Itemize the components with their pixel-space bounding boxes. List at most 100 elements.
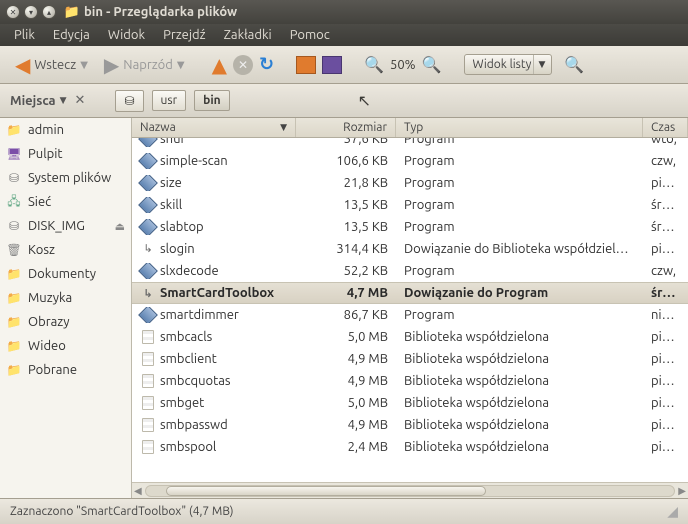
file-size: 4,9 MB — [296, 374, 396, 388]
file-name: slogin — [160, 242, 195, 256]
file-row[interactable]: smbget5,0 MBBiblioteka współdzielonapią,… — [132, 392, 688, 414]
file-type: Dowiązanie do Biblioteka współdzielona — [396, 242, 643, 256]
disk-icon: ⛁ — [6, 218, 22, 234]
sidebar-item-label: Obrazy — [28, 315, 70, 329]
executable-icon — [140, 153, 156, 169]
file-row[interactable]: smbcacls5,0 MBBiblioteka współdzielonapi… — [132, 326, 688, 348]
file-type: Program — [396, 264, 643, 278]
file-list[interactable]: shuf37,6 KBProgramwto,simple-scan106,6 K… — [132, 138, 688, 482]
disk-icon: ⛁ — [6, 170, 22, 186]
file-row[interactable]: ↳SmartCardToolbox4,7 MBDowiązanie do Pro… — [132, 282, 688, 304]
menu-go[interactable]: Przejdź — [155, 26, 214, 44]
column-type-header[interactable]: Typ — [396, 118, 643, 137]
sidebar-item-wideo[interactable]: 📁Wideo — [0, 334, 131, 358]
zoom-level: 50% — [390, 58, 416, 72]
file-row[interactable]: smbspool2,4 MBBiblioteka współdzielonapi… — [132, 436, 688, 458]
file-name: shuf — [160, 138, 185, 146]
back-arrow-icon: ◀ — [15, 53, 30, 77]
path-usr-button[interactable]: usr — [152, 90, 187, 111]
sidebar-item-pobrane[interactable]: 📁Pobrane — [0, 358, 131, 382]
path-drive-button[interactable]: ⛁ — [115, 90, 143, 112]
back-button[interactable]: ◀ Wstecz ▼ — [10, 50, 93, 80]
file-row[interactable]: ↳slogin314,4 KBDowiązanie do Biblioteka … — [132, 238, 688, 260]
file-name: smbcquotas — [160, 374, 231, 388]
computer-icon-button[interactable] — [322, 56, 342, 74]
sidebar-item-system-plików[interactable]: ⛁System plików — [0, 166, 131, 190]
view-mode-selector[interactable]: Widok listy ▼ — [464, 54, 553, 75]
sidebar-item-dokumenty[interactable]: 📁Dokumenty — [0, 262, 131, 286]
scroll-left-icon[interactable]: ◀ — [134, 485, 142, 497]
file-date: czw, — [643, 154, 688, 168]
zoom-in-button[interactable]: 🔍 — [422, 55, 442, 74]
file-row[interactable]: smbpasswd4,9 MBBiblioteka współdzielonap… — [132, 414, 688, 436]
file-row[interactable]: smbclient4,9 MBBiblioteka współdzielonap… — [132, 348, 688, 370]
file-row[interactable]: shuf37,6 KBProgramwto, — [132, 138, 688, 150]
close-pane-button[interactable]: ✕ — [75, 93, 86, 108]
zoom-out-button[interactable]: 🔍 — [364, 55, 384, 74]
file-date: czw, — [643, 264, 688, 278]
sidebar-item-muzyka[interactable]: 📁Muzyka — [0, 286, 131, 310]
sidebar-item-label: DISK_IMG — [28, 219, 85, 233]
path-bin-button[interactable]: bin — [194, 90, 230, 111]
sidebar-item-admin[interactable]: 📁admin — [0, 118, 131, 142]
file-row[interactable]: skill13,5 KBProgramśro, 1 — [132, 194, 688, 216]
menu-bookmarks[interactable]: Zakładki — [216, 26, 280, 44]
view-mode-label: Widok listy — [473, 58, 532, 71]
file-type: Biblioteka współdzielona — [396, 440, 643, 454]
up-button[interactable]: ▲ — [212, 53, 227, 77]
horizontal-scrollbar[interactable]: ◀ ▶ — [132, 482, 688, 498]
menu-view[interactable]: Widok — [100, 26, 153, 44]
chevron-down-icon: ▼ — [533, 55, 549, 74]
status-text: Zaznaczono "SmartCardToolbox" (4,7 MB) — [10, 505, 234, 518]
file-type: Program — [396, 138, 643, 146]
file-row[interactable]: slxdecode52,2 KBProgramczw, — [132, 260, 688, 282]
sidebar-item-label: Dokumenty — [28, 267, 96, 281]
location-bar: Miejsca ▼ ✕ ⛁ usr bin ↖ — [0, 84, 688, 118]
window-close-button[interactable]: ✕ — [6, 5, 20, 19]
eject-icon[interactable]: ⏏ — [115, 220, 125, 233]
scrollbar-thumb[interactable] — [166, 486, 486, 496]
file-date: śro, 1 — [643, 220, 688, 234]
menu-help[interactable]: Pomoc — [282, 26, 338, 44]
file-type: Dowiązanie do Program — [396, 286, 643, 300]
reload-button[interactable]: ↻ — [259, 54, 274, 75]
places-toggle[interactable]: Miejsca ▼ — [10, 94, 67, 108]
forward-button: ▶ Naprzód ▼ — [99, 50, 190, 80]
file-row[interactable]: smartdimmer86,7 KBProgramnie, 2 — [132, 304, 688, 326]
file-row[interactable]: smbcquotas4,9 MBBiblioteka współdzielona… — [132, 370, 688, 392]
window-maximize-button[interactable]: ▴ — [42, 5, 56, 19]
resize-grip-icon[interactable]: ◢ — [667, 503, 678, 520]
sidebar-item-obrazy[interactable]: 📁Obrazy — [0, 310, 131, 334]
sidebar-item-kosz[interactable]: 🗑Kosz — [0, 238, 131, 262]
file-size: 13,5 KB — [296, 198, 396, 212]
executable-icon — [140, 219, 156, 235]
file-name: smbcacls — [160, 330, 212, 344]
window-minimize-button[interactable]: ▾ — [24, 5, 38, 19]
file-row[interactable]: slabtop13,5 KBProgramśro, 1 — [132, 216, 688, 238]
column-name-header[interactable]: Nazwa ▼ — [132, 118, 296, 137]
menu-edit[interactable]: Edycja — [45, 26, 98, 44]
file-date: śro, 2 — [643, 286, 688, 300]
folder-icon: 📁 — [6, 338, 22, 354]
file-size: 4,9 MB — [296, 352, 396, 366]
stop-button[interactable]: ✕ — [233, 55, 253, 75]
back-dropdown-icon[interactable]: ▼ — [80, 59, 88, 71]
sidebar-item-pulpit[interactable]: 🖥Pulpit — [0, 142, 131, 166]
column-date-header[interactable]: Czas — [643, 118, 688, 137]
file-row[interactable]: simple-scan106,6 KBProgramczw, — [132, 150, 688, 172]
search-button[interactable]: 🔍 — [564, 55, 584, 74]
document-icon — [140, 417, 156, 433]
disk-icon: ⛁ — [124, 94, 134, 108]
home-icon-button[interactable] — [296, 56, 316, 74]
file-row[interactable]: size21,8 KBProgrampią, 4 — [132, 172, 688, 194]
sidebar-item-disk_img[interactable]: ⛁ DISK_IMG ⏏ — [0, 214, 131, 238]
scroll-right-icon[interactable]: ▶ — [678, 485, 686, 497]
file-size: 4,7 MB — [296, 286, 396, 300]
sidebar-item-label: Sieć — [28, 195, 51, 209]
file-date: pią, 1 — [643, 242, 688, 256]
menu-file[interactable]: Plik — [6, 26, 43, 44]
symlink-icon: ↳ — [140, 241, 156, 257]
column-size-header[interactable]: Rozmiar — [296, 118, 396, 137]
sidebar-item-sieć[interactable]: 🖧Sieć — [0, 190, 131, 214]
file-date: nie, 2 — [643, 308, 688, 322]
